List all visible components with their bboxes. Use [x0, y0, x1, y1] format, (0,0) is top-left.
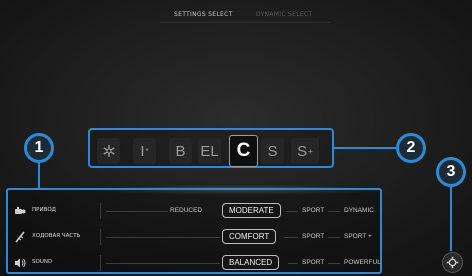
- row-separator: [100, 203, 101, 219]
- row-track: [328, 237, 340, 238]
- callout-2-label: 2: [406, 139, 416, 156]
- option-powerful[interactable]: POWERFUL: [344, 259, 381, 266]
- mode-el[interactable]: EL: [198, 138, 221, 164]
- option-reduced[interactable]: REDUCED: [170, 207, 202, 214]
- drivetrain-icon: [15, 207, 26, 214]
- drive-mode-selector: I * B EL C S S +: [88, 128, 334, 168]
- settings-panel: ПРИВОД REDUCED MODERATE SPORT DYNAMIC ХО…: [6, 188, 382, 274]
- individual-settings-button[interactable]: [442, 252, 463, 273]
- callout-1-line: [38, 163, 40, 190]
- option-sport[interactable]: SPORT: [302, 259, 324, 266]
- row-track: [328, 211, 340, 212]
- mode-s-label: S: [267, 142, 278, 160]
- mode-b-label: B: [175, 142, 186, 160]
- option-comfort[interactable]: COMFORT: [222, 229, 277, 244]
- row-track: [288, 263, 298, 264]
- row-track: [286, 211, 298, 212]
- mode-s-plus[interactable]: S +: [291, 138, 319, 164]
- callout-1-label: 1: [34, 139, 44, 156]
- settings-row-label: SOUND: [32, 259, 53, 265]
- row-track: [106, 263, 220, 264]
- callout-2-badge: 2: [396, 133, 426, 163]
- mode-i-sup: *: [145, 146, 149, 156]
- callout-3-label: 3: [446, 163, 456, 180]
- settings-row-sound[interactable]: SOUND BALANCED SPORT POWERFUL: [8, 250, 381, 276]
- settings-row-label: ХОДОВАЯ ЧАСТЬ: [32, 233, 81, 239]
- option-sport-plus[interactable]: SPORT +: [344, 233, 372, 240]
- row-separator: [100, 255, 101, 271]
- callout-3-badge: 3: [436, 157, 466, 187]
- header-tabs: SETTINGS SELECT DYNAMIC SELECT: [160, 0, 330, 23]
- row-track: [106, 237, 220, 238]
- callout-3-line: [450, 187, 452, 251]
- mode-c-label: C: [236, 140, 251, 161]
- option-sport[interactable]: SPORT: [302, 233, 324, 240]
- mode-el-label: EL: [200, 142, 219, 160]
- mode-c[interactable]: C: [229, 135, 258, 167]
- tab-dynamic-select[interactable]: DYNAMIC SELECT: [256, 11, 312, 18]
- mode-i[interactable]: I *: [133, 138, 156, 164]
- sound-icon: [15, 258, 26, 268]
- snowflake-icon: [102, 145, 115, 157]
- mode-snowflake[interactable]: [97, 138, 120, 164]
- mode-s-plus-label: S: [297, 142, 308, 160]
- option-balanced[interactable]: BALANCED: [222, 255, 280, 270]
- mode-s[interactable]: S: [261, 138, 284, 164]
- callout-2-line: [334, 147, 397, 149]
- option-dynamic[interactable]: DYNAMIC: [344, 207, 374, 214]
- row-separator: [100, 229, 101, 245]
- tab-settings-select[interactable]: SETTINGS SELECT: [174, 11, 233, 18]
- row-track: [328, 263, 340, 264]
- settings-row-suspension[interactable]: ХОДОВАЯ ЧАСТЬ COMFORT SPORT SPORT +: [8, 224, 380, 250]
- row-track: [284, 237, 298, 238]
- suspension-icon: [15, 231, 25, 243]
- settings-row-label: ПРИВОД: [32, 207, 56, 213]
- car-settings-icon: [446, 256, 459, 269]
- settings-row-drive[interactable]: ПРИВОД REDUCED MODERATE SPORT DYNAMIC: [8, 198, 380, 224]
- option-sport[interactable]: SPORT: [302, 207, 324, 214]
- option-moderate[interactable]: MODERATE: [222, 203, 281, 218]
- mode-b[interactable]: B: [169, 138, 192, 164]
- callout-1-badge: 1: [24, 133, 54, 163]
- row-track: [106, 211, 168, 212]
- mode-i-label: I: [140, 142, 145, 160]
- mode-s-plus-sup: +: [308, 146, 313, 156]
